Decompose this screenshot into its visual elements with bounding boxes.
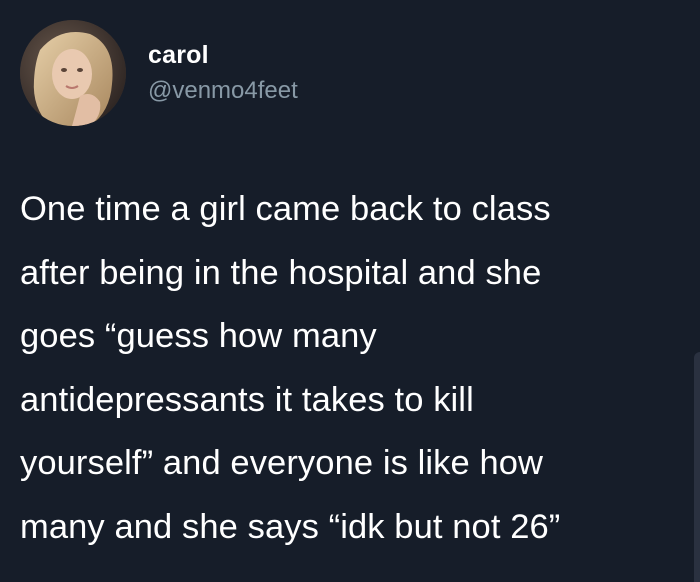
tweet-card: carol @venmo4feet One time a girl came b… bbox=[0, 0, 700, 582]
author-names: carol @venmo4feet bbox=[148, 39, 298, 107]
author-handle[interactable]: @venmo4feet bbox=[148, 75, 298, 107]
profile-photo-icon bbox=[20, 20, 126, 126]
avatar[interactable] bbox=[20, 20, 126, 126]
tweet-header: carol @venmo4feet bbox=[20, 20, 298, 126]
tweet-text: One time a girl came back to class after… bbox=[20, 190, 561, 546]
author-display-name[interactable]: carol bbox=[148, 39, 298, 71]
scrollbar-edge bbox=[694, 352, 700, 582]
